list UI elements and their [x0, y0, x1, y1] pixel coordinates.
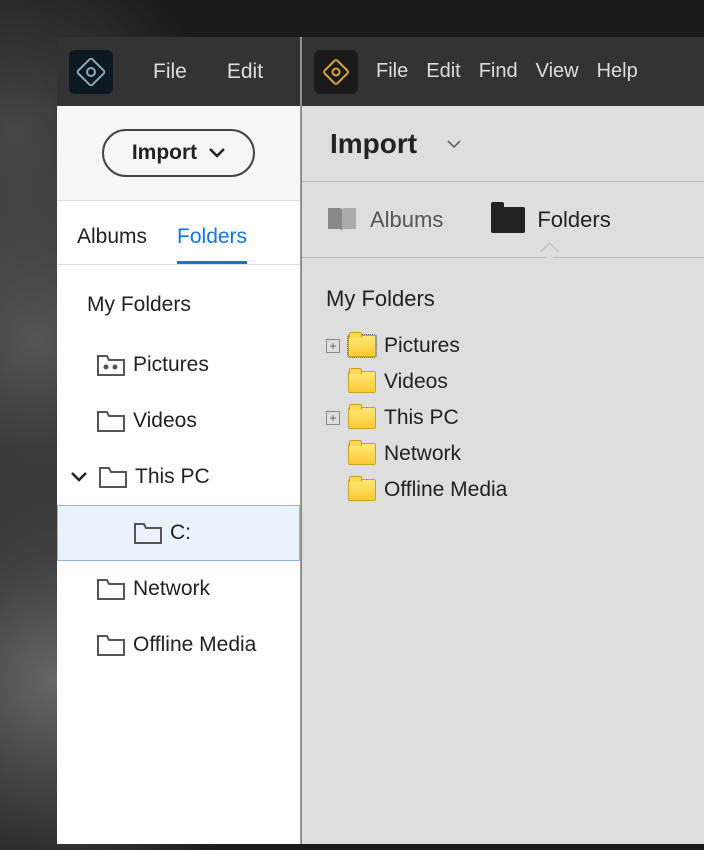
- import-button[interactable]: Import: [102, 129, 255, 177]
- menu-help[interactable]: Help: [597, 60, 638, 83]
- import-title: Import: [330, 128, 417, 160]
- tree-item-offline-media[interactable]: Offline Media: [57, 617, 300, 673]
- expand-spacer: [326, 447, 340, 461]
- folder-icon: [348, 371, 376, 393]
- tree-label: Videos: [384, 370, 448, 394]
- tab-folders[interactable]: Folders: [467, 182, 634, 257]
- right-folder-tree: My Folders + Pictures Videos + This PC N…: [302, 258, 704, 508]
- chevron-down-icon[interactable]: [69, 472, 89, 482]
- app-icon[interactable]: [69, 50, 113, 94]
- tab-albums[interactable]: Albums: [77, 225, 147, 264]
- albums-icon: [326, 206, 358, 234]
- tree-item-videos[interactable]: Videos: [326, 364, 704, 400]
- menu-edit[interactable]: Edit: [426, 60, 460, 83]
- tree-item-network[interactable]: Network: [57, 561, 300, 617]
- tree-item-network[interactable]: Network: [326, 436, 704, 472]
- tree-label: C:: [170, 521, 191, 545]
- chevron-down-icon[interactable]: [447, 139, 461, 149]
- folder-icon: [348, 479, 376, 501]
- folder-icon: [491, 207, 525, 233]
- expand-icon[interactable]: +: [326, 411, 340, 425]
- menu-file[interactable]: File: [376, 60, 408, 83]
- tab-folders[interactable]: Folders: [177, 225, 247, 264]
- app-icon[interactable]: [314, 50, 358, 94]
- tab-albums[interactable]: Albums: [302, 182, 467, 257]
- tree-item-c-drive[interactable]: C:: [57, 505, 300, 561]
- import-bar: Import: [57, 106, 300, 201]
- folder-icon: [348, 407, 376, 429]
- tree-item-thispc[interactable]: This PC: [57, 449, 300, 505]
- folder-icon: [134, 522, 162, 544]
- tree-label: This PC: [135, 465, 210, 489]
- tab-label: Folders: [537, 207, 610, 233]
- folder-icon: [99, 466, 127, 488]
- tree-item-thispc[interactable]: + This PC: [326, 400, 704, 436]
- tree-label: Pictures: [384, 334, 460, 358]
- folder-icon: [97, 354, 125, 376]
- left-tabs: Albums Folders: [57, 201, 300, 265]
- tree-label: Network: [384, 442, 461, 466]
- tree-label: Network: [133, 577, 210, 601]
- chevron-down-icon: [209, 148, 225, 158]
- folder-icon: [348, 443, 376, 465]
- import-button-label: Import: [132, 141, 197, 165]
- section-my-folders: My Folders: [57, 285, 300, 337]
- tree-label: Offline Media: [384, 478, 507, 502]
- tab-label: Albums: [370, 207, 443, 233]
- expand-spacer: [326, 483, 340, 497]
- menu-edit[interactable]: Edit: [227, 60, 263, 84]
- expand-icon[interactable]: +: [326, 339, 340, 353]
- tree-item-offline-media[interactable]: Offline Media: [326, 472, 704, 508]
- right-titlebar: File Edit Find View Help: [302, 37, 704, 106]
- tree-item-videos[interactable]: Videos: [57, 393, 300, 449]
- tree-item-pictures[interactable]: Pictures: [57, 337, 300, 393]
- menu-find[interactable]: Find: [479, 60, 518, 83]
- import-header: Import: [302, 106, 704, 182]
- folder-icon: [97, 634, 125, 656]
- tree-label: This PC: [384, 406, 459, 430]
- section-my-folders: My Folders: [326, 286, 704, 312]
- folder-icon: [348, 335, 376, 357]
- tree-label: Offline Media: [133, 633, 256, 657]
- left-app-window: File Edit Import Albums Folders My Folde…: [57, 37, 301, 844]
- menu-view[interactable]: View: [536, 60, 579, 83]
- expand-spacer: [326, 375, 340, 389]
- right-tabs: Albums Folders: [302, 182, 704, 258]
- left-folder-tree: My Folders Pictures Videos This PC: [57, 265, 300, 844]
- tree-label: Videos: [133, 409, 197, 433]
- left-titlebar: File Edit: [57, 37, 300, 106]
- folder-icon: [97, 410, 125, 432]
- folder-icon: [97, 578, 125, 600]
- right-app-window: File Edit Find View Help Import Albums F…: [301, 37, 704, 844]
- menu-file[interactable]: File: [153, 60, 187, 84]
- tree-item-pictures[interactable]: + Pictures: [326, 328, 704, 364]
- tree-label: Pictures: [133, 353, 209, 377]
